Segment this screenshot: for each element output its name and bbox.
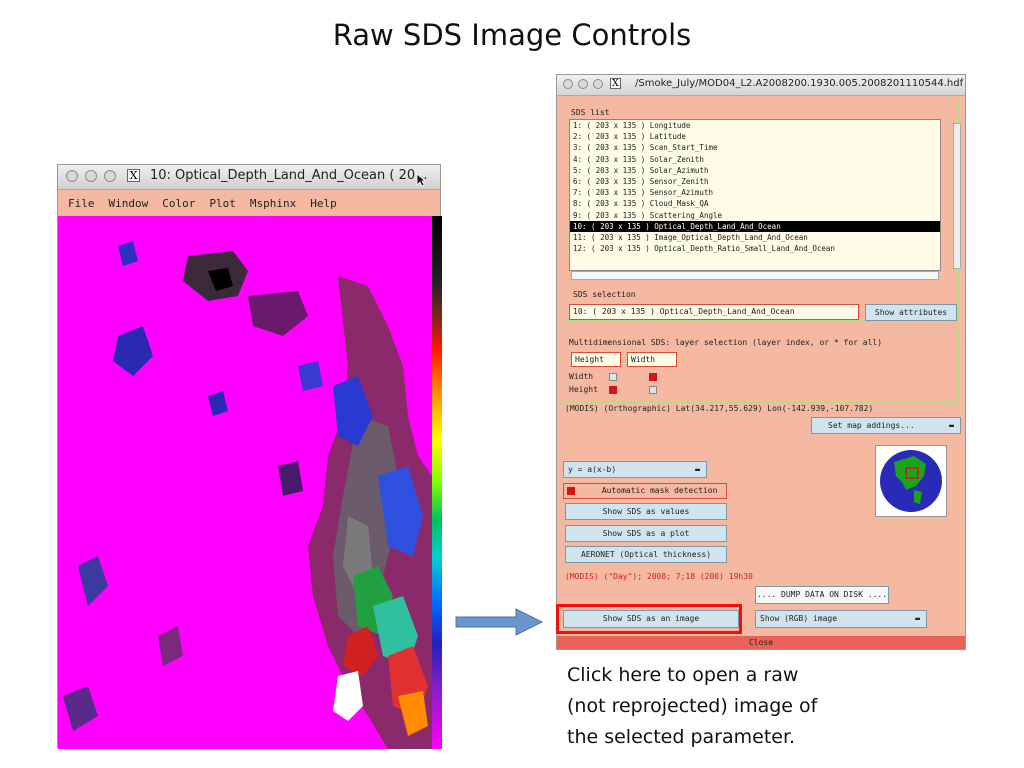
- dialog-titlebar[interactable]: X /Smoke_July/MOD04_L2.A2008200.1930.005…: [557, 75, 965, 96]
- caption-line: (not reprojected) image of: [567, 695, 818, 717]
- list-item[interactable]: 3: ( 203 x 135 ) Scan_Start_Time: [570, 142, 940, 153]
- aeronet-button[interactable]: AERONET (Optical thickness): [565, 546, 727, 563]
- dropdown-icon: ▬: [915, 614, 920, 623]
- close-button[interactable]: Close: [557, 636, 965, 649]
- menu-help[interactable]: Help: [310, 197, 337, 210]
- list-item[interactable]: 6: ( 203 x 135 ) Sensor_Zenith: [570, 176, 940, 187]
- zoom-traffic-light-icon[interactable]: [593, 79, 603, 89]
- width-checkbox-1[interactable]: [609, 373, 617, 381]
- list-item[interactable]: 1: ( 203 x 135 ) Longitude: [570, 120, 940, 131]
- color-scale-bar: [432, 216, 442, 749]
- caption: Click here to open a raw (not reprojecte…: [567, 660, 867, 753]
- image-menubar: File Window Color Plot Msphinx Help: [58, 190, 440, 216]
- close-traffic-light-icon[interactable]: [66, 170, 78, 182]
- list-item[interactable]: 12: ( 203 x 135 ) Optical_Depth_Ratio_Sm…: [570, 243, 940, 254]
- sds-raw-image: [58, 216, 432, 749]
- x11-icon: X: [127, 169, 140, 182]
- show-values-button[interactable]: Show SDS as values: [565, 503, 727, 520]
- dropdown-icon: ▬: [949, 421, 954, 430]
- list-item[interactable]: 8: ( 203 x 135 ) Cloud_Mask_QA: [570, 198, 940, 209]
- sds-list[interactable]: 1: ( 203 x 135 ) Longitude 2: ( 203 x 13…: [569, 119, 941, 271]
- width-checkbox-2[interactable]: [649, 373, 657, 381]
- minimize-traffic-light-icon[interactable]: [578, 79, 588, 89]
- sds-selection-field[interactable]: 10: ( 203 x 135 ) Optical_Depth_Land_And…: [569, 304, 859, 320]
- list-item[interactable]: 2: ( 203 x 135 ) Latitude: [570, 131, 940, 142]
- show-plot-button[interactable]: Show SDS as a plot: [565, 525, 727, 542]
- close-traffic-light-icon[interactable]: [563, 79, 573, 89]
- list-item[interactable]: 11: ( 203 x 135 ) Image_Optical_Depth_La…: [570, 232, 940, 243]
- globe-map-thumbnail: [875, 445, 947, 517]
- list-item[interactable]: 9: ( 203 x 135 ) Scattering_Angle: [570, 210, 940, 221]
- list-item[interactable]: 4: ( 203 x 135 ) Solar_Zenith: [570, 154, 940, 165]
- multidim-label: Multidimensional SDS: layer selection (l…: [569, 338, 883, 347]
- mouse-cursor-icon: [416, 173, 426, 187]
- auto-mask-row[interactable]: Automatic mask detection: [563, 483, 727, 499]
- list-item[interactable]: 7: ( 203 x 135 ) Sensor_Azimuth: [570, 187, 940, 198]
- width-field[interactable]: Width: [627, 352, 677, 367]
- caption-line: the selected parameter.: [567, 726, 796, 748]
- map-addings-label: Set map addings...: [828, 421, 915, 430]
- menu-plot[interactable]: Plot: [209, 197, 236, 210]
- formula-label: y = a(x-b): [568, 465, 617, 474]
- sds-selection-label: SDS selection: [573, 290, 636, 299]
- menu-msphinx[interactable]: Msphinx: [250, 197, 296, 210]
- sds-dialog-window: X /Smoke_July/MOD04_L2.A2008200.1930.005…: [556, 74, 966, 650]
- x11-icon: X: [610, 78, 621, 89]
- width-row-label: Width: [569, 372, 594, 381]
- dropdown-icon: ▬: [695, 465, 700, 474]
- projection-info: (MODIS) (Orthographic) Lat(34.217,55.629…: [565, 404, 874, 413]
- auto-mask-checkbox[interactable]: [567, 486, 575, 495]
- menu-file[interactable]: File: [68, 197, 95, 210]
- sds-list-vertical-scrollbar[interactable]: [953, 123, 961, 269]
- pointer-arrow-icon: [455, 608, 544, 636]
- image-window-titlebar[interactable]: X 10: Optical_Depth_Land_And_Ocean ( 20.…: [58, 165, 440, 190]
- sds-list-label: SDS list: [571, 108, 610, 117]
- menu-color[interactable]: Color: [162, 197, 195, 210]
- menu-window[interactable]: Window: [109, 197, 149, 210]
- formula-dropdown[interactable]: y = a(x-b) ▬: [563, 461, 707, 478]
- minimize-traffic-light-icon[interactable]: [85, 170, 97, 182]
- rgb-image-label: Show (RGB) image: [760, 614, 838, 623]
- caption-line: Click here to open a raw: [567, 664, 799, 686]
- rgb-image-dropdown[interactable]: Show (RGB) image ▬: [755, 610, 927, 628]
- height-checkbox-2[interactable]: [649, 386, 657, 394]
- dump-data-button[interactable]: .... DUMP DATA ON DISK ....: [755, 586, 889, 604]
- list-item[interactable]: 5: ( 203 x 135 ) Solar_Azimuth: [570, 165, 940, 176]
- auto-mask-label: Automatic mask detection: [601, 486, 718, 495]
- dialog-title: /Smoke_July/MOD04_L2.A2008200.1930.005.2…: [635, 78, 964, 89]
- slide-title: Raw SDS Image Controls: [332, 18, 692, 52]
- show-image-highlight-box: [556, 604, 742, 634]
- height-checkbox-1[interactable]: [609, 386, 617, 394]
- list-item-selected[interactable]: 10: ( 203 x 135 ) Optical_Depth_Land_And…: [570, 220, 940, 232]
- height-row-label: Height: [569, 385, 598, 394]
- zoom-traffic-light-icon[interactable]: [104, 170, 116, 182]
- date-info: (MODIS) ("Day"); 2008; 7;18 (200) 19h30: [565, 572, 753, 581]
- height-field[interactable]: Height: [571, 352, 621, 367]
- image-window: X 10: Optical_Depth_Land_And_Ocean ( 20.…: [57, 164, 442, 749]
- sds-list-horizontal-scrollbar[interactable]: [571, 271, 939, 280]
- map-addings-dropdown[interactable]: Set map addings... ▬: [811, 417, 961, 434]
- show-attributes-button[interactable]: Show attributes: [865, 304, 957, 321]
- image-window-title: 10: Optical_Depth_Land_And_Ocean ( 20...: [150, 168, 428, 183]
